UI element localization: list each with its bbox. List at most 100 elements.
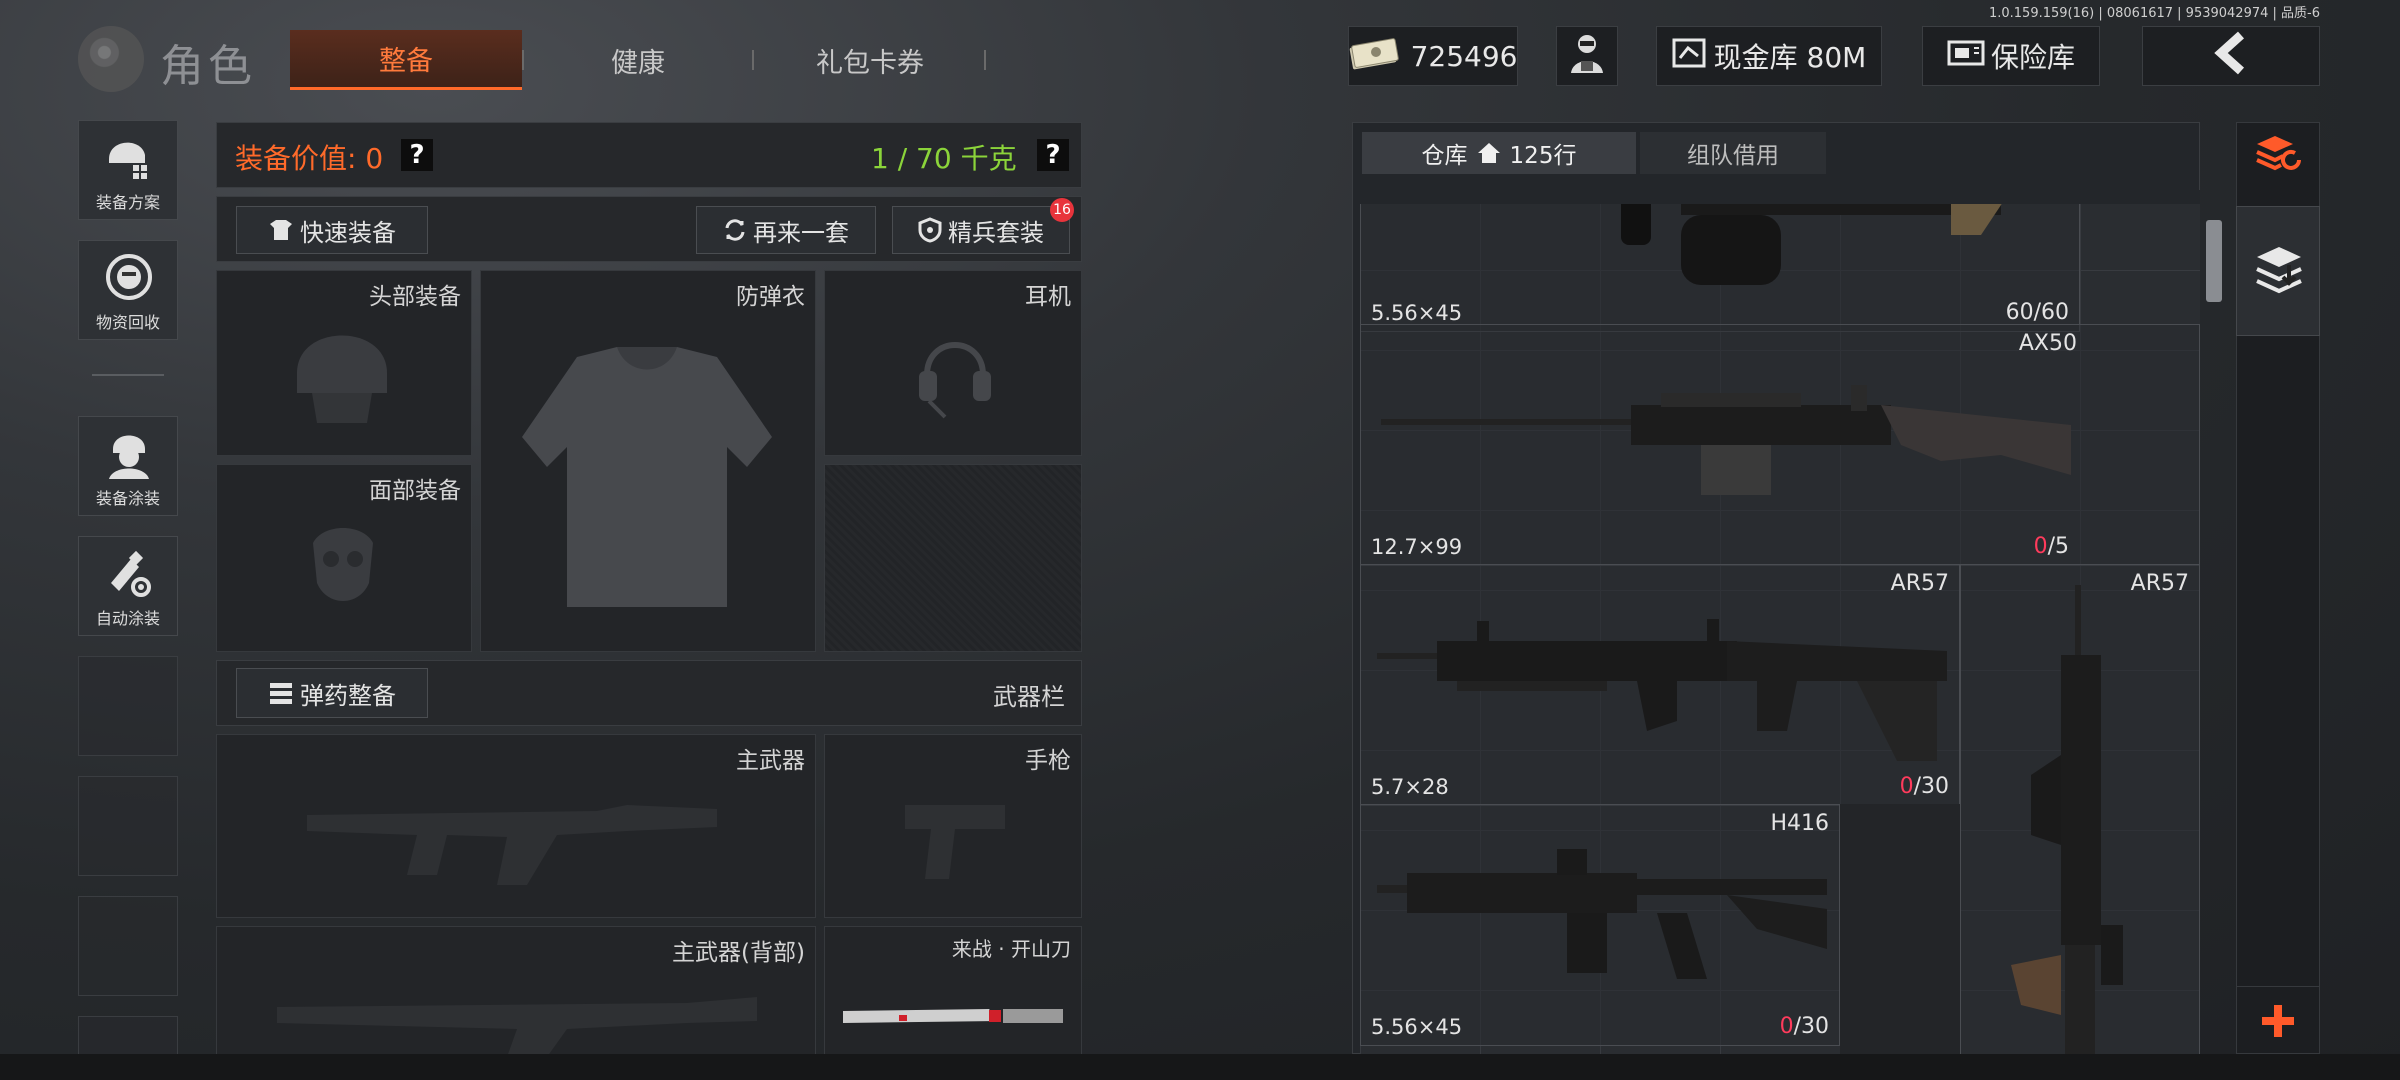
rail-divider xyxy=(92,374,164,376)
warehouse-item[interactable]: AR57 xyxy=(1960,564,2200,1054)
tab-loadout[interactable]: 整备 xyxy=(290,30,522,90)
agent-icon xyxy=(1567,31,1607,82)
currency-display: 725496 xyxy=(1348,26,1518,86)
bottom-strip xyxy=(0,1054,2400,1080)
slot-label: 来战 · 开山刀 xyxy=(951,937,1071,961)
rail-auto-skin[interactable]: 自动涂装 xyxy=(78,536,178,636)
weight-help-button[interactable]: ? xyxy=(1037,139,1069,171)
version-info: 1.0.159.159(16) | 08061617 | 9539042974 … xyxy=(1988,6,2320,21)
warehouse-rows: 125行 xyxy=(1509,143,1577,169)
slot-label: 主武器(背部) xyxy=(672,940,805,966)
rail-empty-slot xyxy=(78,656,178,756)
warehouse-item[interactable]: 5.56×45 60/60 xyxy=(1360,190,2080,332)
layers-download-icon xyxy=(2256,247,2302,294)
plus-icon xyxy=(2262,1004,2294,1037)
ammo-caliber: 5.7×28 xyxy=(1371,775,1449,799)
pistol-silhouette-icon xyxy=(905,805,1005,879)
rail-recycle[interactable]: 物资回收 xyxy=(78,240,178,340)
tab-team-borrow[interactable]: 组队借用 xyxy=(1640,132,1826,174)
add-button[interactable] xyxy=(2236,986,2320,1054)
warehouse-item[interactable]: AX50 12.7×99 0/5 xyxy=(1360,324,2200,566)
cash-vault-label: 现金库 80M xyxy=(1713,41,1867,74)
warehouse-tab-label: 仓库 xyxy=(1421,143,1468,169)
warehouse-grid: 5.56×45 60/60 AX50 12.7×99 0/5 AR57 5.7×… xyxy=(1360,190,2200,1054)
tab-warehouse[interactable]: 仓库 125行 xyxy=(1362,132,1636,174)
rail-label: 装备方案 xyxy=(95,193,160,212)
weapon-image xyxy=(1621,190,2011,285)
rail-loadout-plan[interactable]: 装备方案 xyxy=(78,120,178,220)
helmet-grid-icon xyxy=(109,142,147,179)
headset-silhouette-icon xyxy=(919,342,991,419)
rail-skins[interactable]: 装备涂装 xyxy=(78,416,178,516)
store-all-button[interactable] xyxy=(2236,206,2320,336)
shirt-icon xyxy=(270,220,292,240)
slot-pistol[interactable]: 手枪 xyxy=(824,734,1082,918)
grid-header-gap xyxy=(1360,190,2200,204)
warehouse-item[interactable]: H416 5.56×45 0/30 xyxy=(1360,804,1840,1046)
rail-label: 物资回收 xyxy=(95,313,160,332)
slot-face[interactable]: 面部装备 xyxy=(216,464,472,652)
slot-locked xyxy=(824,464,1082,652)
weapon-name: H416 xyxy=(1770,811,1829,836)
refresh-icon xyxy=(725,219,745,241)
slot-label: 主武器 xyxy=(736,748,805,774)
rail-empty-slot xyxy=(78,1016,178,1056)
slot-primary-back[interactable]: 主武器(背部) xyxy=(216,926,816,1056)
brand-logo xyxy=(78,26,144,92)
rail-label: 装备涂装 xyxy=(95,489,160,508)
ammo-count: 0/30 xyxy=(1779,1014,1829,1039)
ammo-count: 0/5 xyxy=(2033,534,2069,559)
slot-label: 防弹衣 xyxy=(736,284,805,310)
slot-melee[interactable]: 来战 · 开山刀 xyxy=(824,926,1082,1056)
cash-vault-button[interactable]: 现金库 80M xyxy=(1656,26,1882,86)
mask-silhouette-icon xyxy=(313,528,373,601)
slot-label: 面部装备 xyxy=(369,478,461,504)
ammo-icon xyxy=(270,683,292,704)
safe-button[interactable]: 保险库 xyxy=(1922,26,2100,86)
weapon-image xyxy=(1381,385,2071,495)
back-arrow-icon xyxy=(2211,31,2251,82)
home-icon xyxy=(1477,143,1500,163)
ammo-prep-label: 弹药整备 xyxy=(300,681,396,710)
ammo-caliber: 5.56×45 xyxy=(1371,301,1463,325)
slot-headset[interactable]: 耳机 xyxy=(824,270,1082,456)
ammo-caliber: 5.56×45 xyxy=(1371,1015,1463,1039)
rifle-silhouette-icon xyxy=(307,805,717,885)
slot-label: 头部装备 xyxy=(369,284,461,310)
quick-equip-label: 快速装备 xyxy=(300,218,396,247)
tab-health[interactable]: 健康 xyxy=(530,30,746,90)
back-button[interactable] xyxy=(2142,26,2320,86)
shield-icon xyxy=(918,217,942,243)
rail-label: 自动涂装 xyxy=(95,609,160,628)
weapon-image xyxy=(1377,849,1827,979)
cash-icon xyxy=(1349,36,1399,77)
agent-button[interactable] xyxy=(1556,26,1618,86)
ammo-prep-button[interactable]: 弹药整备 xyxy=(236,668,428,718)
tab-divider xyxy=(984,50,986,70)
safe-icon xyxy=(1947,39,1985,74)
stack-sort-button[interactable] xyxy=(2248,126,2308,186)
value-help-button[interactable]: ? xyxy=(401,139,433,171)
elite-set-button[interactable]: 精兵套装 xyxy=(892,206,1070,254)
slot-armor[interactable]: 防弹衣 xyxy=(480,270,816,652)
slot-head[interactable]: 头部装备 xyxy=(216,270,472,456)
weapon-image xyxy=(2011,585,2123,1054)
warehouse-scrollbar[interactable] xyxy=(2206,220,2222,302)
slot-primary-weapon[interactable]: 主武器 xyxy=(216,734,816,918)
quick-equip-button[interactable]: 快速装备 xyxy=(236,206,428,254)
equipment-header: 装备价值: 0 ? 1 / 70 千克 ? xyxy=(216,122,1082,188)
elite-set-label: 精兵套装 xyxy=(948,218,1044,247)
spray-gear-icon xyxy=(111,550,151,597)
ammo-count: 60/60 xyxy=(2005,300,2069,325)
reroll-label: 再来一套 xyxy=(753,218,849,247)
reroll-button[interactable]: 再来一套 xyxy=(696,206,876,254)
ammo-caliber: 12.7×99 xyxy=(1371,535,1463,559)
rail-empty-slot xyxy=(78,776,178,876)
tab-gift-cards[interactable]: 礼包卡券 xyxy=(760,30,980,90)
helmet-silhouette-icon xyxy=(297,335,387,423)
machete-icon xyxy=(843,1009,1063,1023)
tab-divider xyxy=(752,50,754,70)
weight-display: 1 / 70 千克 xyxy=(871,142,1017,175)
warehouse-item[interactable]: AR57 5.7×28 0/30 xyxy=(1360,564,1960,806)
ammo-count: 0/30 xyxy=(1899,774,1949,799)
